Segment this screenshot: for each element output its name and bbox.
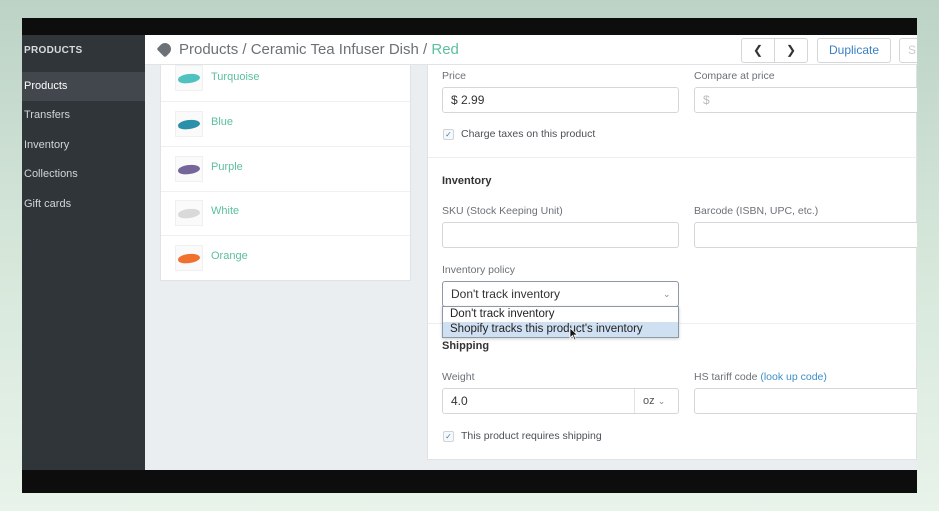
variant-item-turquoise[interactable]: Turquoise	[161, 57, 410, 102]
price-input[interactable]: $ 2.99	[442, 87, 679, 113]
inventory-policy-label: Inventory policy	[442, 264, 515, 276]
inventory-policy-dropdown: Don't track inventory Shopify tracks thi…	[442, 306, 679, 338]
sku-label: SKU (Stock Keeping Unit)	[442, 205, 563, 217]
variant-item-orange[interactable]: Orange	[161, 236, 410, 281]
variant-thumbnail	[175, 65, 203, 91]
content-area: Turquoise Blue Purple White Orange Price…	[145, 65, 917, 470]
barcode-input[interactable]	[694, 222, 917, 248]
variant-list: Turquoise Blue Purple White Orange	[160, 65, 411, 281]
variant-thumbnail	[175, 245, 203, 271]
inventory-policy-select[interactable]: Don't track inventory ⌄	[442, 281, 679, 307]
breadcrumb: Products / Ceramic Tea Infuser Dish / Re…	[156, 40, 459, 58]
sidebar-heading: PRODUCTS	[24, 45, 83, 56]
breadcrumb-current: Red	[431, 41, 459, 58]
chevron-down-icon: ⌄	[657, 396, 666, 406]
sidebar-item-collections[interactable]: Collections	[22, 160, 145, 189]
charge-taxes-label: Charge taxes on this product	[461, 128, 596, 140]
variant-name[interactable]: Turquoise	[211, 71, 260, 83]
chevron-left-icon: ❮	[752, 43, 764, 57]
sku-input[interactable]	[442, 222, 679, 248]
variant-name[interactable]: White	[211, 205, 239, 217]
partial-button[interactable]: S	[899, 38, 917, 63]
weight-unit: oz	[643, 395, 655, 407]
variant-thumbnail	[175, 111, 203, 137]
variant-name[interactable]: Blue	[211, 116, 233, 128]
variant-name[interactable]: Orange	[211, 250, 248, 262]
chevron-right-icon: ❯	[785, 43, 797, 57]
weight-unit-select[interactable]: oz ⌄	[634, 389, 678, 413]
breadcrumb-products[interactable]: Products	[179, 41, 238, 58]
sidebar-item-inventory[interactable]: Inventory	[22, 131, 145, 160]
hs-tariff-label: HS tariff code (look up code)	[694, 371, 827, 383]
look-up-code-link[interactable]: (look up code)	[760, 371, 827, 383]
tag-icon	[156, 40, 174, 58]
hs-tariff-text: HS tariff code	[694, 371, 758, 383]
compare-price-input[interactable]: $	[694, 87, 917, 113]
chevron-down-icon: ⌄	[663, 289, 671, 299]
sidebar-item-transfers[interactable]: Transfers	[22, 101, 145, 130]
variant-thumbnail	[175, 200, 203, 226]
variant-item-blue[interactable]: Blue	[161, 102, 410, 147]
barcode-label: Barcode (ISBN, UPC, etc.)	[694, 205, 819, 217]
previous-button[interactable]: ❮	[741, 38, 775, 63]
next-button[interactable]: ❯	[774, 38, 808, 63]
sidebar-item-products[interactable]: Products	[22, 72, 145, 101]
shipping-heading: Shipping	[442, 340, 490, 352]
breadcrumb-separator: /	[418, 41, 432, 58]
divider	[428, 157, 917, 158]
variant-item-white[interactable]: White	[161, 191, 410, 236]
inventory-heading: Inventory	[442, 175, 492, 187]
weight-label: Weight	[442, 371, 475, 383]
variant-thumbnail	[175, 156, 203, 182]
selected-value: Don't track inventory	[451, 287, 561, 301]
option-dont-track[interactable]: Don't track inventory	[443, 307, 678, 322]
app-window: PRODUCTS Products Transfers Inventory Co…	[22, 18, 917, 493]
variant-name[interactable]: Purple	[211, 161, 243, 173]
option-shopify-tracks[interactable]: Shopify tracks this product's inventory	[443, 322, 678, 337]
charge-taxes-checkbox[interactable]: ✓	[443, 129, 454, 140]
hs-tariff-input[interactable]	[694, 388, 917, 414]
sidebar: PRODUCTS Products Transfers Inventory Co…	[22, 35, 145, 470]
requires-shipping-label: This product requires shipping	[461, 430, 602, 442]
requires-shipping-checkbox[interactable]: ✓	[443, 431, 454, 442]
breadcrumb-separator: /	[238, 41, 251, 58]
price-label: Price	[442, 70, 466, 82]
sidebar-item-gift-cards[interactable]: Gift cards	[22, 190, 145, 219]
mouse-cursor-icon	[569, 327, 579, 341]
variant-item-purple[interactable]: Purple	[161, 147, 410, 192]
weight-value: 4.0	[451, 394, 468, 408]
compare-price-label: Compare at price	[694, 70, 775, 82]
duplicate-button[interactable]: Duplicate	[817, 38, 891, 63]
breadcrumb-product[interactable]: Ceramic Tea Infuser Dish	[251, 41, 419, 58]
variant-details-card: Price $ 2.99 Compare at price $ ✓ Charge…	[427, 65, 917, 460]
